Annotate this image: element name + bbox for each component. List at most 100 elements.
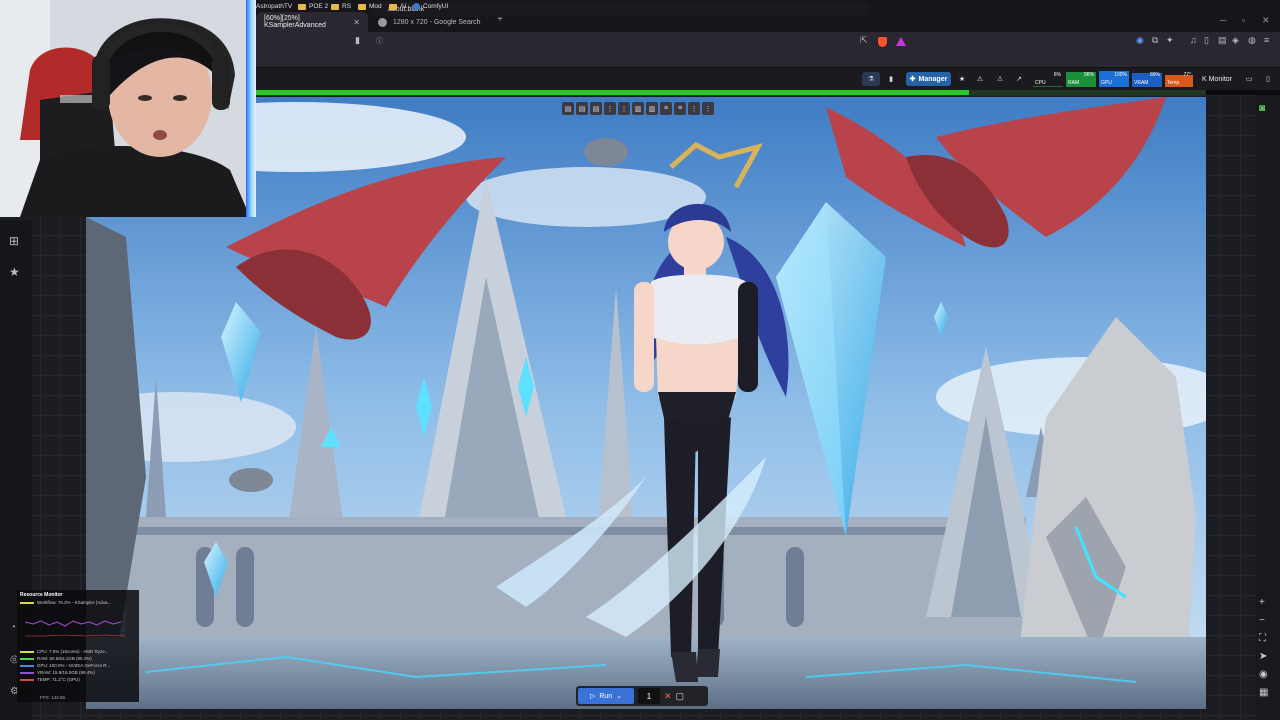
cancel-x-icon[interactable]: ✕ [664,691,672,702]
copy-icon[interactable]: ▤ [576,102,588,115]
minimize-icon[interactable]: ─ [1220,15,1226,25]
queue-panel-icon[interactable]: ▢ [676,691,685,702]
distribute-icon[interactable]: ⋮ [618,102,630,115]
close-tab-icon[interactable]: ✕ [353,18,360,27]
arrange-icon[interactable]: ≡ [660,102,672,115]
cpu-text: CPU: 7.8% (16cores) - AMD Ryze... [37,649,109,654]
share-icon[interactable]: ⇱ [860,35,868,46]
ram-gauge: 96% RAM [1066,71,1096,87]
bookmark-label: AI [400,3,407,10]
zoom-in-icon[interactable]: + [1259,597,1265,608]
bookmark-comfyui[interactable]: ComfyUI [413,3,448,10]
model-icon[interactable]: ⚠ [974,72,986,86]
robot-icon[interactable]: ◙ [1259,103,1265,114]
brave-shield-icon[interactable] [878,37,887,47]
batch-count-value: 1 [646,691,652,701]
fps-counter: FPS: 142.86 [40,695,66,700]
extension-icon[interactable]: ⧉ [1152,35,1158,46]
paste-icon[interactable]: ▤ [590,102,602,115]
zoom-out-icon[interactable]: − [1259,615,1265,626]
gpu-gauge: 100% GPU [1099,71,1129,87]
favorites-star-icon[interactable]: ★ [9,265,20,279]
stack-icon[interactable]: ≡ [674,102,686,115]
ram-text: RAM: 60.6/63.1GB (95.4%) [37,656,92,661]
temp-line: TEMP: 71.2°C (GPU) [20,677,136,682]
vram-line: VRAM: 15.9/16.0GB (99.4%) [20,670,136,675]
gauge-label: Temp [1167,80,1180,86]
manager-button[interactable]: ✚ Manager [906,72,951,86]
minimap-icon[interactable]: ▦ [1259,687,1268,698]
workflow-icon[interactable]: ⚗ [862,72,880,86]
bookmark-icon[interactable]: ▮ [355,35,360,46]
bookmark-queue-icon[interactable]: ▮ [884,72,898,86]
chevron-down-icon[interactable]: ⌄ [616,692,622,700]
gauge-value: 89% [1149,72,1160,78]
music-icon[interactable]: ♫ [1190,35,1197,45]
audio-icon[interactable]: ◉ [1136,35,1144,46]
vram-gauge: 89% VRAM [1132,71,1162,87]
temp-gauge: 77° Temp [1165,71,1193,87]
tab-label: [60%][25%] KSamplerAdvanced [264,15,326,29]
star-icon[interactable]: ★ [956,72,968,86]
execution-progress-bar [256,90,1206,95]
gauge-label: GPU [1101,80,1112,86]
play-icon: ▷ [589,693,596,700]
puzzle-icon[interactable]: ✦ [1166,35,1174,46]
legend-swatch [20,671,34,674]
gpu-line: GPU: 100.0% - NVIDIA GeForce R... [20,663,136,668]
bookmark-label: ComfyUI [423,3,449,10]
tab-ksampler[interactable]: [60%][25%] KSamplerAdvanced ✕ [256,12,368,32]
group-icon[interactable]: ▥ [632,102,644,115]
fit-view-icon[interactable]: ⛶ [1259,633,1266,644]
profile-icon[interactable]: ◍ [1248,35,1256,46]
row-icon[interactable]: ⋮ [702,102,714,115]
menu-icon[interactable]: ≡ [1264,35,1269,45]
vpn-icon[interactable]: ◈ [1232,35,1239,46]
history-icon[interactable]: ◔ [10,622,16,633]
gauge-label: RAM [1068,80,1080,86]
legend-swatch [20,664,34,667]
google-favicon-icon [378,17,387,27]
folder-icon [358,3,366,10]
brave-rewards-icon[interactable] [896,37,906,46]
monitor-button[interactable]: K Monitor [1199,72,1235,86]
manager-label: Manager [918,75,948,83]
panel-toggle-icon[interactable]: ▭ [1243,72,1255,86]
sidebar-icon[interactable]: ▯ [1204,35,1209,46]
run-button[interactable]: ▷ Run ⌄ [578,688,634,704]
frame-icon[interactable]: ▥ [646,102,658,115]
bookmark-ai[interactable]: AI [389,3,406,10]
toggle-visibility-icon[interactable]: ◉ [1259,669,1268,680]
share-arrow-icon[interactable]: ↗ [1013,72,1025,86]
legend-swatch [20,678,34,681]
monitor-label: Monitor [1208,75,1232,83]
pointer-mode-icon[interactable]: ➤ [1259,651,1267,662]
maximize-icon[interactable]: ▫ [1242,15,1245,25]
temp-text: TEMP: 71.2°C (GPU) [37,677,80,682]
more-icon[interactable]: ▯ [1262,72,1274,86]
gauge-label: VRAM [1134,80,1149,86]
align-icon[interactable]: ⋮ [604,102,616,115]
bookmark-rs[interactable]: RS [331,3,351,10]
webcam-border-glow [246,0,256,217]
bookmark-mod[interactable]: Mod [358,3,382,10]
wallet-icon[interactable]: ▤ [1218,35,1227,46]
legend-swatch [20,657,34,660]
batch-count-input[interactable]: 1 [638,688,660,704]
k-icon: K [1201,75,1207,83]
column-icon[interactable]: ⋮ [688,102,700,115]
comfyui-logo-icon [413,3,420,10]
node-library-icon[interactable]: ⊞ [9,234,19,248]
bookmark-astropathtv[interactable]: AstropathTV [256,3,292,10]
bookmark-poe2[interactable]: POE 2 [298,3,328,10]
vram-text: VRAM: 15.9/16.0GB (99.4%) [37,670,95,675]
model-download-icon[interactable]: ⚠ [994,72,1006,86]
info-icon[interactable]: ⓘ [376,36,383,46]
selection-icon[interactable]: ▤ [562,102,574,115]
ram-line: RAM: 60.6/63.1GB (95.4%) [20,656,136,661]
window-close-icon[interactable]: ✕ [1262,15,1270,26]
gauge-value: 6% [1053,72,1061,78]
gauge-value: 77° [1183,72,1191,78]
run-label: Run [599,692,613,700]
tab-label: 1280 x 720 - Google Search [393,18,481,26]
